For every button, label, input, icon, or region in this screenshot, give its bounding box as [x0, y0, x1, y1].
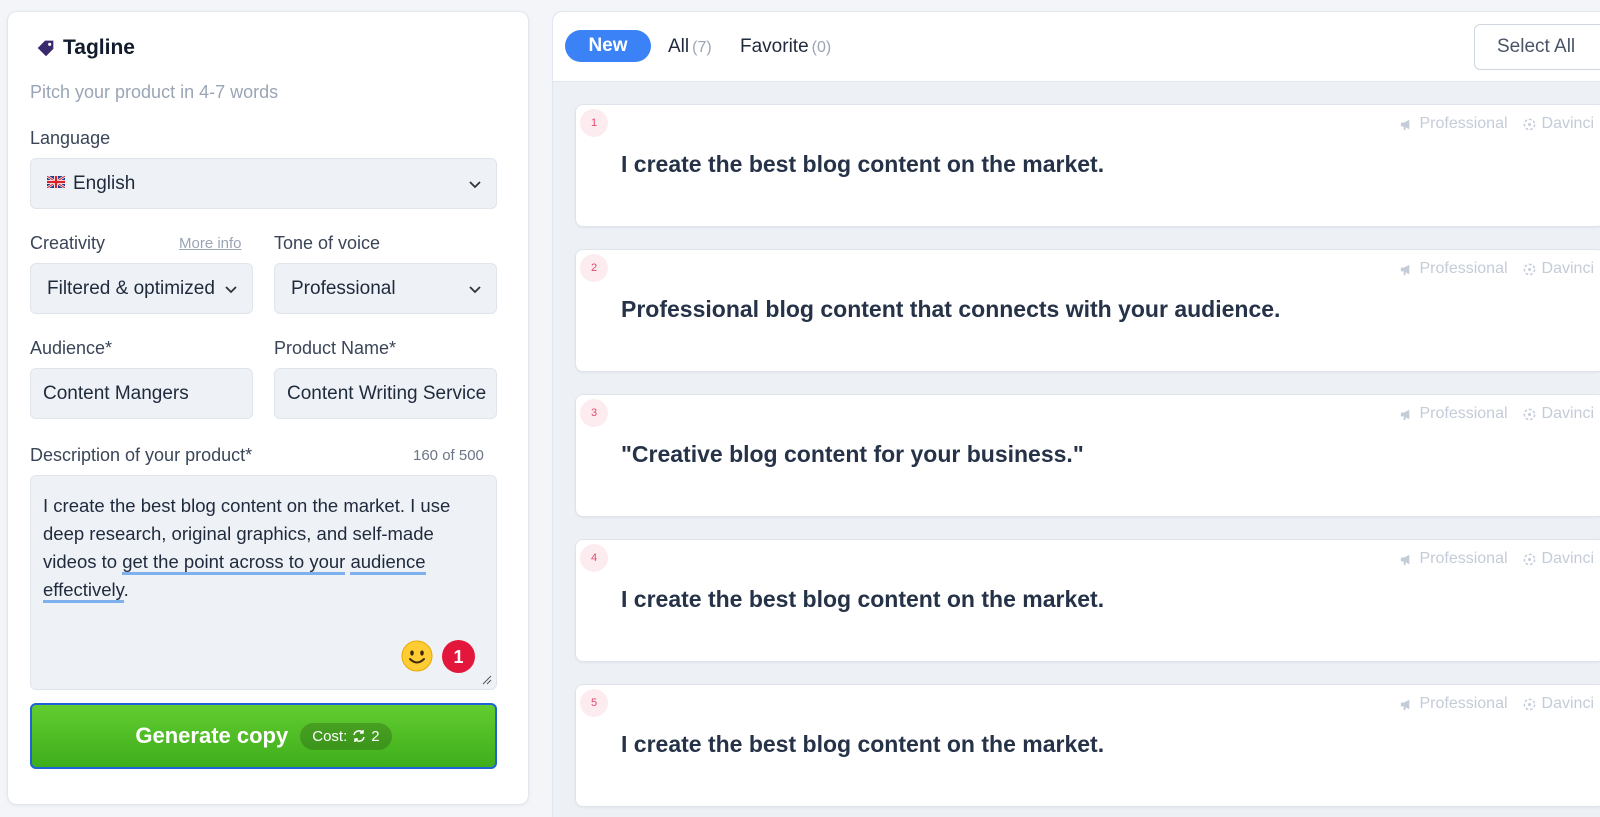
result-meta: Professional Davinci — [1399, 115, 1594, 133]
result-meta: Professional Davinci — [1399, 550, 1594, 568]
result-model-label: Davinci — [1541, 260, 1594, 277]
audience-value: Content Mangers — [43, 382, 189, 404]
chevron-down-icon — [469, 285, 481, 293]
result-number: 5 — [580, 689, 608, 717]
result-tone: Professional — [1399, 115, 1508, 133]
megaphone-icon — [1401, 554, 1410, 565]
ai-model-icon — [1523, 263, 1535, 275]
product-name-value: Content Writing Service — [287, 382, 487, 404]
resize-handle-icon[interactable] — [482, 675, 492, 685]
cost-value: 2 — [371, 727, 380, 745]
tool-subtitle: Pitch your product in 4-7 words — [30, 82, 279, 102]
generate-copy-label: Generate copy — [135, 723, 289, 748]
result-tone: Professional — [1399, 260, 1508, 278]
megaphone-icon — [1401, 699, 1410, 710]
result-tone: Professional — [1399, 695, 1508, 713]
creativity-value: Filtered & optimized — [47, 277, 215, 299]
result-tone-label: Professional — [1419, 695, 1508, 712]
ai-model-icon — [1523, 698, 1535, 710]
results-topbar: New All (7) Favorite (0) Select All — [553, 12, 1600, 82]
tool-title-text: Tagline — [63, 36, 135, 59]
result-model: Davinci — [1522, 695, 1594, 713]
result-meta: Professional Davinci — [1399, 260, 1594, 278]
tone-value: Professional — [291, 277, 396, 299]
result-model-label: Davinci — [1541, 550, 1594, 567]
cost-label: Cost: — [312, 727, 348, 745]
results-panel: New All (7) Favorite (0) Select All 1 Profe… — [552, 11, 1600, 817]
result-model: Davinci — [1522, 550, 1594, 568]
tab-favorite[interactable]: Favorite (0) — [740, 36, 831, 58]
copy-form-panel: Tagline Pitch your product in 4-7 words … — [7, 11, 529, 805]
ai-model-icon — [1523, 118, 1535, 130]
tone-label: Tone of voice — [274, 233, 381, 253]
product-name-input[interactable]: Content Writing Service — [274, 368, 497, 419]
result-model: Davinci — [1522, 405, 1594, 423]
chevron-down-icon — [225, 285, 237, 293]
result-tone-label: Professional — [1419, 405, 1508, 422]
description-label: Description of your product* — [30, 445, 253, 465]
audience-input[interactable]: Content Mangers — [30, 368, 253, 419]
result-number: 4 — [580, 544, 608, 572]
tab-favorite-label: Favorite — [740, 36, 809, 57]
grammar-suggestion[interactable]: get the point across to your — [122, 551, 346, 575]
result-model: Davinci — [1522, 260, 1594, 278]
megaphone-icon — [1401, 409, 1410, 420]
flag-uk-icon — [47, 175, 65, 188]
tab-all-label: All — [668, 36, 690, 57]
result-meta: Professional Davinci — [1399, 695, 1594, 713]
tab-favorite-count: (0) — [811, 39, 832, 56]
megaphone-icon — [1401, 264, 1410, 275]
creativity-select[interactable]: Filtered & optimized — [30, 263, 253, 314]
cost-pill: Cost: 2 — [300, 722, 392, 750]
more-info-link[interactable]: More info — [179, 235, 242, 252]
tab-all[interactable]: All (7) — [668, 36, 712, 58]
chevron-down-icon — [469, 180, 481, 188]
language-select[interactable]: English — [30, 158, 497, 209]
result-model-label: Davinci — [1541, 405, 1594, 422]
result-text[interactable]: I create the best blog content on the ma… — [621, 586, 1104, 613]
tone-select[interactable]: Professional — [274, 263, 497, 314]
result-card[interactable]: 4 Professional Davinci I create the best bl… — [575, 539, 1600, 662]
description-text-end: . — [123, 579, 129, 600]
result-tone-label: Professional — [1419, 115, 1508, 132]
result-model-label: Davinci — [1541, 695, 1594, 712]
result-card[interactable]: 5 Professional Davinci I create the best bl… — [575, 684, 1600, 807]
result-text[interactable]: I create the best blog content on the ma… — [621, 731, 1104, 758]
result-text[interactable]: "Creative blog content for your business… — [621, 441, 1084, 468]
grammar-issue-badge[interactable]: 1 — [442, 640, 475, 673]
refresh-icon — [353, 730, 365, 742]
result-tone-label: Professional — [1419, 550, 1508, 567]
result-model: Davinci — [1522, 115, 1594, 133]
audience-label: Audience* — [30, 338, 113, 358]
tab-new[interactable]: New — [565, 30, 651, 62]
result-number: 3 — [580, 399, 608, 427]
character-counter: 160 of 500 — [413, 447, 484, 464]
result-number: 2 — [580, 254, 608, 282]
result-tone: Professional — [1399, 550, 1508, 568]
tool-title: Tagline — [35, 36, 135, 60]
result-text[interactable]: Professional blog content that connects … — [621, 296, 1280, 323]
tab-all-count: (7) — [692, 39, 712, 56]
result-text[interactable]: I create the best blog content on the ma… — [621, 151, 1104, 178]
ai-model-icon — [1523, 553, 1535, 565]
creativity-label: Creativity — [30, 233, 106, 253]
result-card[interactable]: 2 Professional Davinci Professional blog co… — [575, 249, 1600, 372]
result-meta: Professional Davinci — [1399, 405, 1594, 423]
emoji-icon[interactable] — [401, 640, 433, 672]
product-name-label: Product Name* — [274, 338, 397, 358]
result-model-label: Davinci — [1541, 115, 1594, 132]
tag-icon — [37, 40, 54, 57]
result-tone-label: Professional — [1419, 260, 1508, 277]
select-all-button[interactable]: Select All — [1474, 24, 1600, 70]
generate-copy-button[interactable]: Generate copy Cost: 2 — [30, 703, 497, 769]
description-textarea[interactable]: I create the best blog content on the ma… — [30, 475, 497, 690]
language-value: English — [73, 172, 136, 194]
megaphone-icon — [1401, 119, 1410, 130]
result-card[interactable]: 1 Professional Davinci I create the best bl… — [575, 104, 1600, 227]
ai-model-icon — [1523, 408, 1535, 420]
language-label: Language — [30, 128, 111, 148]
result-tone: Professional — [1399, 405, 1508, 423]
result-card[interactable]: 3 Professional Davinci "Creative blog conte… — [575, 394, 1600, 517]
result-number: 1 — [580, 109, 608, 137]
